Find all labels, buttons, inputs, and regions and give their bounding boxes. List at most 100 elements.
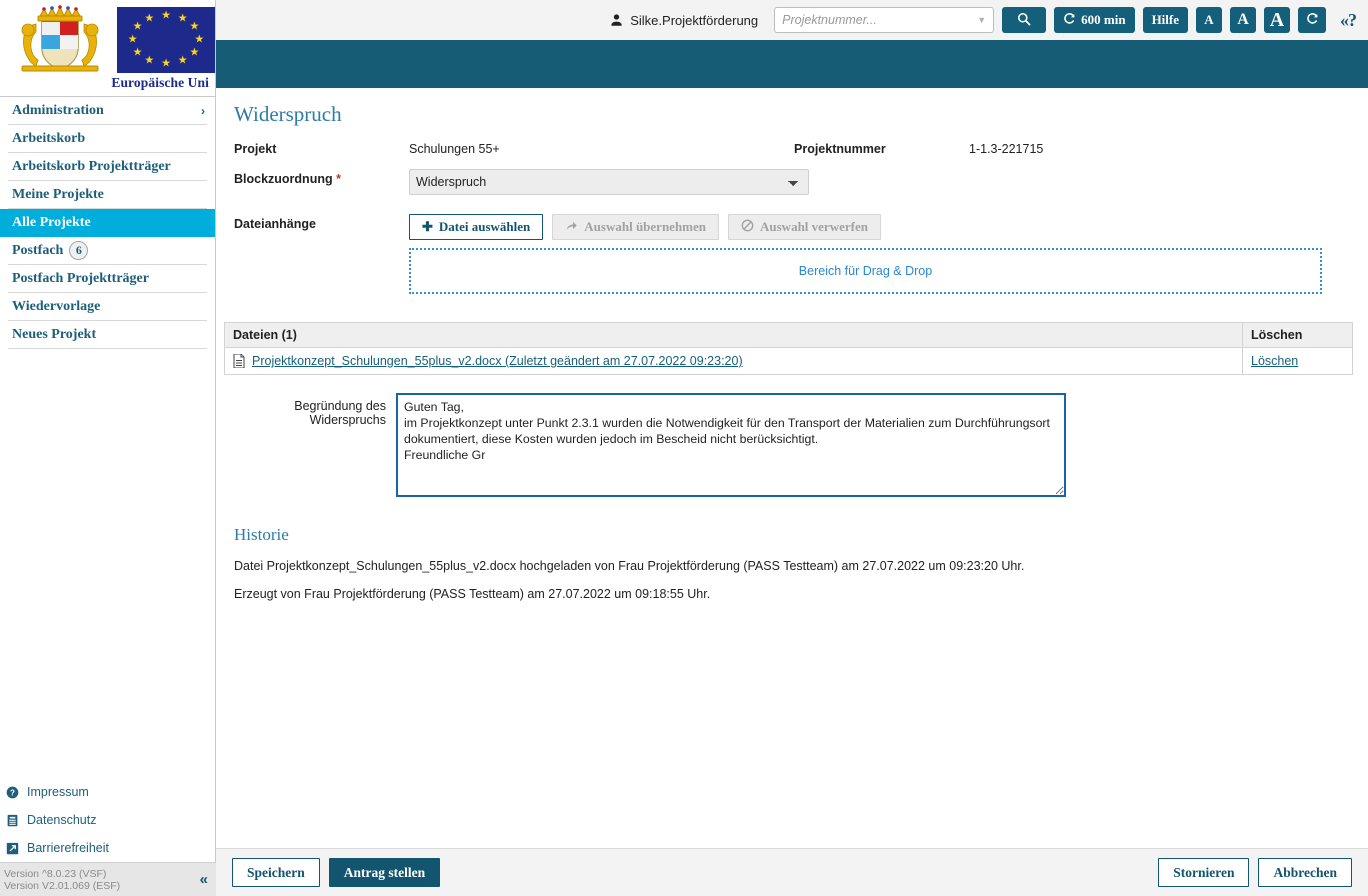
projekt-value: Schulungen 55+ (409, 142, 500, 156)
help-mode-toggle-icon[interactable]: «? (1334, 10, 1358, 31)
sidebar-item-arbeitskorb[interactable]: Arbeitskorb (8, 125, 207, 153)
font-size-medium-button[interactable]: A (1230, 7, 1256, 33)
user-icon (610, 13, 623, 27)
blockzuordnung-row: Blockzuordnung * Widerspruch (216, 169, 1368, 195)
svg-text:?: ? (10, 788, 15, 797)
font-size-large-button[interactable]: A (1264, 7, 1290, 33)
sidebar-item-postfach[interactable]: Postfach 6 (8, 237, 207, 265)
dateianhaenge-label: Dateianhänge (234, 217, 316, 231)
question-circle-icon: ? (6, 786, 19, 799)
begruendung-row: Begründung des Widerspruchs (216, 393, 1368, 497)
begruendung-textarea[interactable] (396, 393, 1066, 497)
blockzuordnung-select[interactable]: Widerspruch (409, 169, 809, 195)
plus-icon: ✚ (422, 219, 433, 234)
sidebar-collapse-button[interactable]: « (196, 871, 210, 888)
session-timer-label: 600 min (1081, 12, 1126, 27)
sidebar-item-label: Administration (12, 102, 104, 118)
sidebar-item-label: Wiedervorlage (12, 298, 101, 314)
search-placeholder: Projektnummer... (782, 13, 877, 27)
file-button-row: ✚ Datei auswählen Auswahl übernehmen Aus… (409, 214, 1322, 240)
font-size-small-button[interactable]: A (1196, 7, 1222, 33)
user-name: Silke.Projektförderung (630, 12, 759, 28)
chevron-down-icon: ▼ (977, 15, 987, 25)
files-table: Dateien (1) Löschen Projektkonzept_Schul… (224, 322, 1353, 375)
sidebar-item-administration[interactable]: Administration › (8, 97, 207, 125)
sidebar-link-impressum[interactable]: ? Impressum (0, 778, 216, 806)
sidebar-link-barrierefreiheit[interactable]: Barrierefreiheit (0, 834, 216, 862)
delete-column-header: Löschen (1242, 322, 1353, 348)
sidebar-bottom-links: ? Impressum Datenschutz Barrierefreiheit (0, 778, 216, 862)
sidebar-item-badge: 6 (69, 241, 89, 260)
sidebar-item-arbeitskorb-projekttr-ger[interactable]: Arbeitskorb Projektträger (8, 153, 207, 181)
projektnummer-value: 1-1.3-221715 (969, 142, 1044, 156)
auswahl-verwerfen-label: Auswahl verwerfen (760, 219, 868, 234)
font-size-small-label: A (1204, 12, 1214, 27)
historie-title: Historie (234, 525, 289, 544)
search-button[interactable] (1002, 7, 1047, 33)
file-cell: Projektkonzept_Schulungen_55plus_v2.docx… (233, 354, 1234, 368)
bavaria-coat-of-arms-icon (6, 4, 114, 76)
files-column-header: Dateien (1) (224, 322, 1243, 348)
font-size-large-label: A (1269, 8, 1285, 31)
project-number-field: Projektnummer 1-1.3-221715 (794, 139, 1043, 156)
auswahl-verwerfen-button[interactable]: Auswahl verwerfen (728, 214, 881, 240)
sidebar-item-alle-projekte[interactable]: Alle Projekte (0, 209, 215, 237)
files-table-head: Dateien (1) Löschen (224, 322, 1353, 348)
document-icon (233, 354, 245, 368)
begruendung-label: Begründung des Widerspruchs (294, 399, 386, 427)
page-title: Widerspruch (234, 102, 342, 126)
search-input[interactable]: Projektnummer... ▼ (774, 7, 995, 33)
search-icon (1017, 12, 1031, 29)
files-table-body: Projektkonzept_Schulungen_55plus_v2.docx… (224, 347, 1353, 375)
teal-header-band (216, 40, 1368, 88)
chevron-right-icon: › (201, 103, 205, 118)
help-button[interactable]: Hilfe (1142, 7, 1188, 33)
auswahl-uebernehmen-button[interactable]: Auswahl übernehmen (552, 214, 719, 240)
sidebar-item-label: Meine Projekte (12, 186, 104, 202)
sidebar-item-label: Neues Projekt (12, 326, 97, 342)
version-line-esf: Version V2.01.069 (ESF) (4, 879, 121, 892)
refresh-icon (1063, 12, 1076, 28)
sidebar-item-postfach-projekttr-ger[interactable]: Postfach Projektträger (8, 265, 207, 293)
historie-entry: Erzeugt von Frau Projektförderung (PASS … (234, 587, 711, 601)
speichern-button[interactable]: Speichern (232, 858, 320, 887)
files-table-header-row: Dateien (1) Löschen (224, 322, 1353, 348)
sidebar-item-label: Alle Projekte (12, 214, 91, 230)
version-text: Version ^8.0.23 (VSF) Version V2.01.069 … (4, 868, 120, 892)
stornieren-button[interactable]: Stornieren (1158, 858, 1250, 887)
required-asterisk: * (336, 172, 341, 186)
action-bar-left: Speichern Antrag stellen (232, 858, 441, 887)
project-field: Projekt Schulungen 55+ (234, 139, 794, 156)
no-entry-icon (741, 219, 754, 236)
file-upload-area: ✚ Datei auswählen Auswahl übernehmen Aus… (409, 214, 1322, 294)
sidebar-item-meine-projekte[interactable]: Meine Projekte (8, 181, 207, 209)
eu-label: Europäische Uni (111, 75, 209, 90)
share-arrow-icon (565, 219, 578, 236)
sidebar-link-datenschutz[interactable]: Datenschutz (0, 806, 216, 834)
session-timer-button[interactable]: 600 min (1054, 7, 1135, 33)
datei-auswaehlen-button[interactable]: ✚ Datei auswählen (409, 214, 544, 240)
reload-button[interactable] (1298, 7, 1326, 33)
sidebar-link-label: Impressum (27, 785, 89, 799)
sidebar-item-label: Arbeitskorb Projektträger (12, 158, 171, 174)
action-bar: Speichern Antrag stellen Stornieren Abbr… (216, 848, 1368, 896)
delete-file-link[interactable]: Löschen (1251, 354, 1298, 368)
project-info-row: Projekt Schulungen 55+ Projektnummer 1-1… (216, 139, 1368, 156)
drag-and-drop-zone[interactable]: Bereich für Drag & Drop (409, 248, 1322, 294)
historie-entry: Datei Projektkonzept_Schulungen_55plus_v… (234, 559, 1025, 573)
historie-list: Datei Projektkonzept_Schulungen_55plus_v… (216, 559, 1368, 601)
abbrechen-button[interactable]: Abbrechen (1258, 858, 1352, 887)
sidebar-nav: Administration › Arbeitskorb Arbeitskorb Pr… (0, 97, 215, 349)
sidebar-version-bar: Version ^8.0.23 (VSF) Version V2.01.069 … (0, 862, 216, 896)
file-delete-cell: Löschen (1242, 347, 1353, 375)
application-window: ★ ★ ★ ★ ★ ★ ★ ★ ★ ★ ★ ★ Europäische Uni … (0, 0, 1368, 896)
file-link[interactable]: Projektkonzept_Schulungen_55plus_v2.docx… (252, 354, 743, 368)
sidebar-item-neues-projekt[interactable]: Neues Projekt (8, 321, 207, 349)
sidebar-link-label: Barrierefreiheit (27, 841, 109, 855)
antrag-stellen-button[interactable]: Antrag stellen (328, 858, 441, 887)
blockzuordnung-label: Blockzuordnung * (234, 169, 409, 186)
sidebar-item-wiedervorlage[interactable]: Wiedervorlage (8, 293, 207, 321)
help-label: Hilfe (1151, 12, 1179, 27)
accessibility-arrow-icon (6, 842, 19, 855)
eu-flag-icon: ★ ★ ★ ★ ★ ★ ★ ★ ★ ★ ★ ★ (117, 7, 215, 73)
